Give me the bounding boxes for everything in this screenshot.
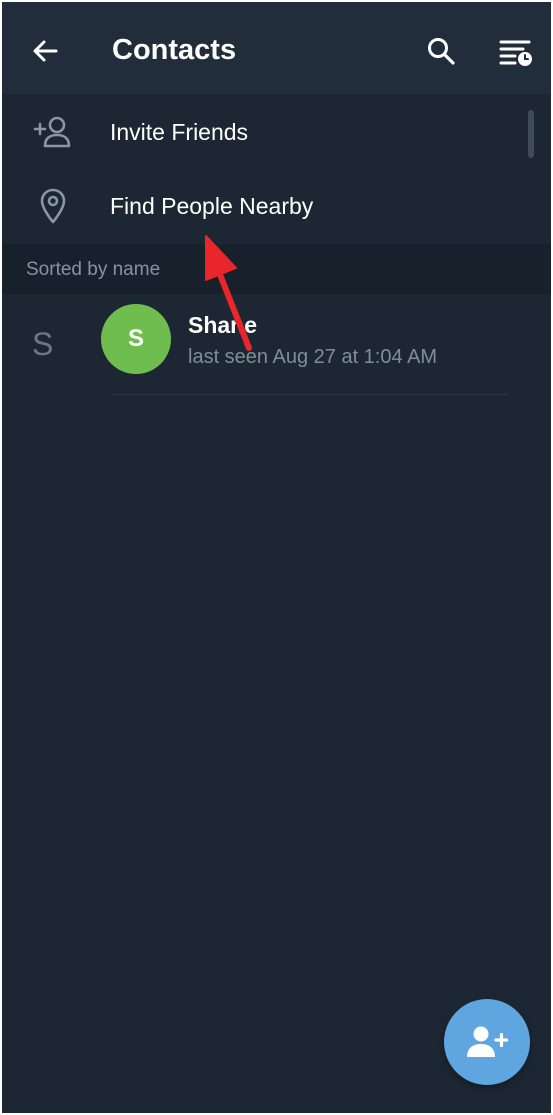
invite-friends-label: Invite Friends bbox=[110, 119, 249, 145]
search-icon bbox=[428, 38, 455, 65]
invite-friends-row[interactable]: Invite Friends bbox=[2, 94, 551, 170]
avatar-initial: S bbox=[127, 325, 144, 352]
location-pin-icon bbox=[32, 186, 74, 226]
sort-by-time-icon bbox=[499, 40, 532, 66]
add-person-icon bbox=[32, 112, 74, 152]
add-contact-icon bbox=[467, 1026, 508, 1057]
section-header-label: Sorted by name bbox=[26, 259, 161, 280]
arrow-left-icon bbox=[33, 40, 58, 62]
scrollbar[interactable] bbox=[528, 110, 534, 158]
add-contact-button[interactable] bbox=[444, 999, 530, 1085]
contact-row-shane[interactable]: S S Shane last seen Aug 27 at 1:04 AM bbox=[2, 294, 551, 395]
app-bar: Contacts bbox=[2, 2, 551, 94]
search-button[interactable] bbox=[420, 30, 462, 72]
index-letter: S bbox=[32, 326, 54, 362]
contact-last-seen: last seen Aug 27 at 1:04 AM bbox=[188, 346, 438, 368]
avatar: S bbox=[101, 304, 171, 374]
find-people-nearby-row[interactable]: Find People Nearby bbox=[2, 168, 551, 244]
sort-button[interactable] bbox=[492, 30, 540, 72]
contacts-screen: Contacts Invite Friends Find People Near… bbox=[2, 2, 551, 1113]
find-people-nearby-label: Find People Nearby bbox=[110, 193, 314, 219]
section-header: Sorted by name bbox=[2, 244, 551, 294]
page-title: Contacts bbox=[112, 34, 237, 66]
contact-name: Shane bbox=[188, 312, 258, 338]
back-button[interactable] bbox=[24, 30, 66, 72]
divider bbox=[110, 394, 508, 395]
